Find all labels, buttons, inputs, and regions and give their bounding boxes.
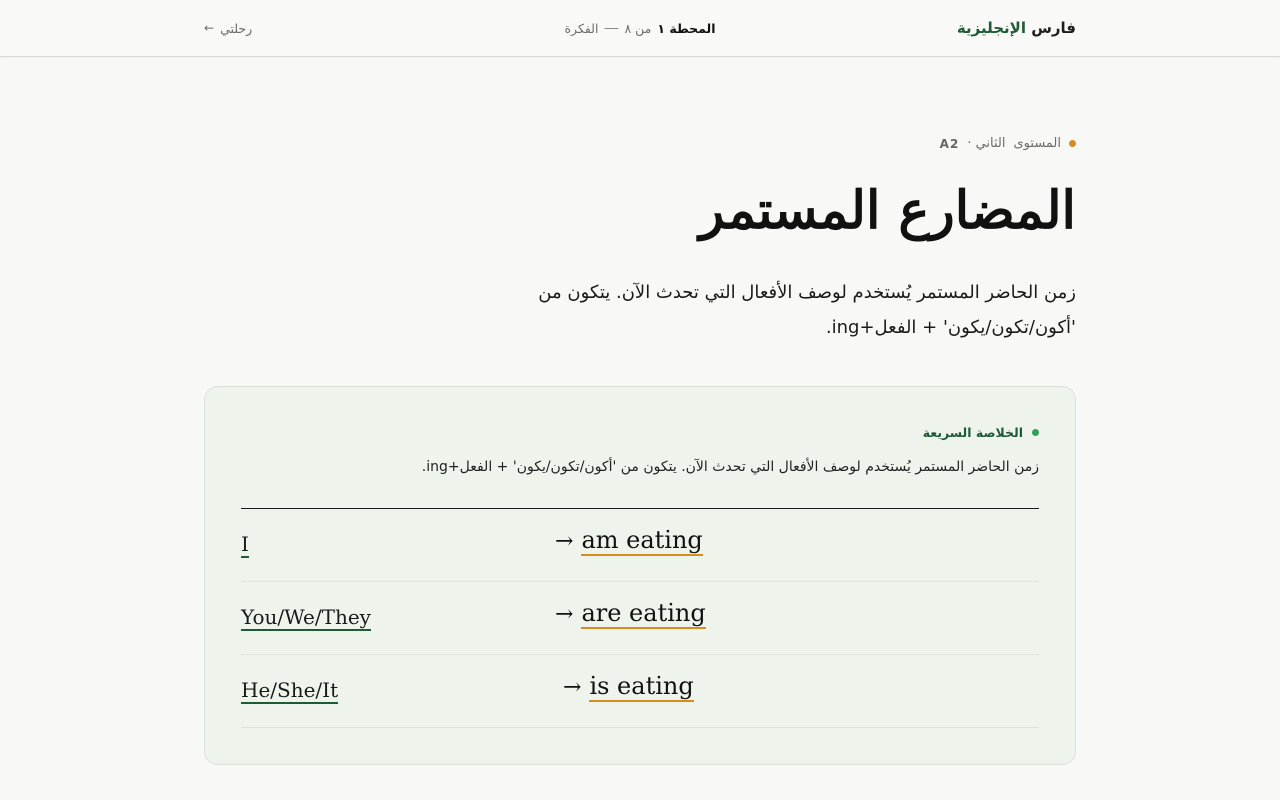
conjugation-row: You/We/They → are eating bbox=[241, 582, 1039, 655]
level-label: المستوى bbox=[1013, 136, 1062, 151]
subject-pronoun[interactable]: You/We/They bbox=[241, 606, 371, 631]
level-indicator: المستوى الثاني · A2 bbox=[940, 136, 1076, 151]
subject-pronoun[interactable]: I bbox=[241, 533, 249, 558]
verb-phrase[interactable]: is eating bbox=[589, 673, 694, 703]
station-total: من ٨ bbox=[624, 20, 652, 36]
level-name: الثاني · bbox=[967, 136, 1006, 151]
arrow-right-icon: → bbox=[555, 529, 574, 554]
arrow-left-icon: ← bbox=[204, 21, 215, 35]
summary-dot-icon bbox=[1032, 429, 1039, 436]
summary-label: الخلاصة السريعة bbox=[923, 425, 1039, 440]
verb-form: → am eating bbox=[555, 527, 703, 557]
section-name: الفكرة bbox=[564, 20, 599, 36]
summary-text: زمن الحاضر المستمر يُستخدم لوصف الأفعال … bbox=[421, 459, 1039, 475]
verb-form: → are eating bbox=[555, 600, 706, 630]
quick-summary-card: الخلاصة السريعة زمن الحاضر المستمر يُستخ… bbox=[204, 386, 1076, 765]
conjugation-row: I → am eating bbox=[241, 509, 1039, 582]
brand-accent: الإنجليزية bbox=[956, 19, 1026, 37]
verb-phrase[interactable]: are eating bbox=[581, 600, 706, 630]
my-journey-label: رحلتي bbox=[220, 20, 253, 36]
progress-breadcrumb: المحطة ١ من ٨ الفكرة bbox=[565, 21, 716, 36]
arrow-right-icon: → bbox=[555, 602, 574, 627]
subject-pronoun[interactable]: He/She/It bbox=[241, 679, 339, 704]
breadcrumb-divider bbox=[604, 27, 619, 29]
verb-phrase[interactable]: am eating bbox=[581, 527, 703, 557]
arrow-right-icon: → bbox=[563, 675, 582, 700]
level-code: A2 bbox=[939, 136, 960, 151]
lesson-title: المضارع المستمر bbox=[699, 180, 1076, 241]
conjugation-table: I → am eating You/We/They → are eating H… bbox=[241, 509, 1039, 728]
top-bar: فارس الإنجليزية المحطة ١ من ٨ الفكرة رحل… bbox=[0, 0, 1280, 57]
brand-prefix: فارس bbox=[1025, 19, 1076, 37]
summary-label-text: الخلاصة السريعة bbox=[922, 425, 1023, 440]
conjugation-row: He/She/It → is eating bbox=[241, 655, 1039, 728]
my-journey-link[interactable]: رحلتي ← bbox=[204, 21, 252, 36]
brand-logo[interactable]: فارس الإنجليزية bbox=[957, 19, 1076, 37]
verb-form: → is eating bbox=[563, 673, 694, 703]
lesson-description: زمن الحاضر المستمر يُستخدم لوصف الأفعال … bbox=[538, 282, 1076, 338]
station-number: المحطة ١ bbox=[657, 20, 716, 36]
level-dot-icon bbox=[1069, 140, 1076, 147]
